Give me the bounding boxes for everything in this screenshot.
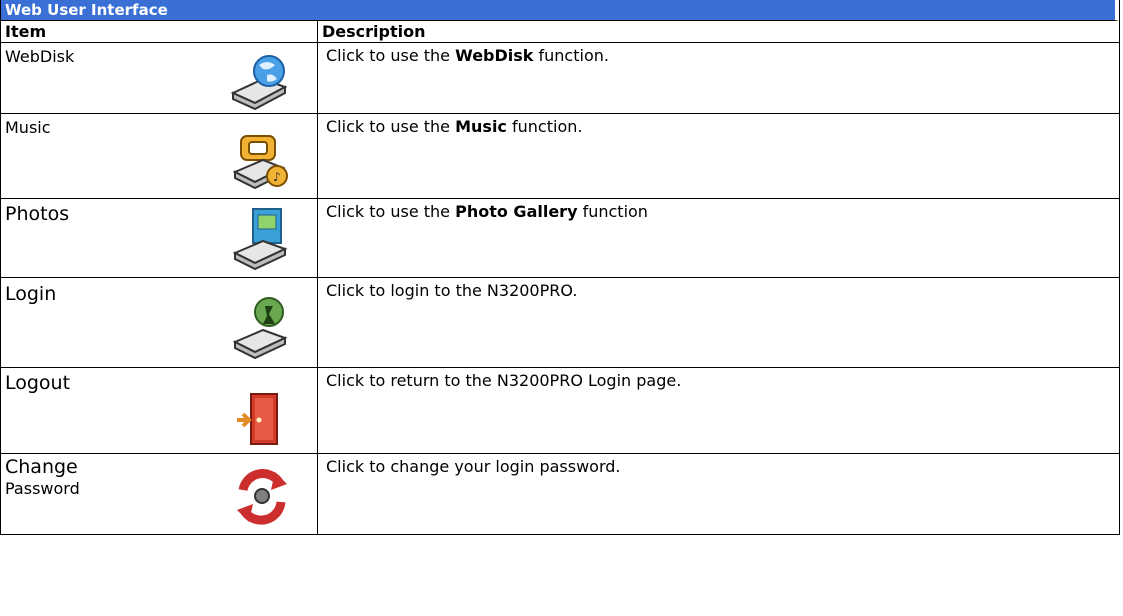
item-cell: WebDisk — [1, 43, 318, 113]
item-cell: Photos — [1, 199, 318, 277]
change-password-icon[interactable] — [233, 460, 291, 532]
item-name-line2: Password — [5, 479, 80, 498]
music-icon[interactable]: ♪ — [229, 122, 293, 194]
photos-icon[interactable] — [229, 205, 291, 275]
item-name: Change Password — [5, 456, 80, 500]
description-text: Click to login to the N3200PRO. — [326, 281, 578, 300]
item-name-line1: Change — [5, 456, 78, 478]
svg-text:♪: ♪ — [273, 170, 281, 184]
item-name: Photos — [5, 203, 70, 225]
description-text: Click to use the Photo Gallery function — [326, 202, 648, 221]
header-item: Item — [1, 21, 318, 42]
description-cell: Click to use the Photo Gallery function — [318, 199, 1119, 277]
item-cell: Logout — [1, 368, 318, 453]
description-cell: Click to return to the N3200PRO Login pa… — [318, 368, 1119, 453]
description-text: Click to use the WebDisk function. — [326, 46, 609, 65]
header-description: Description — [322, 22, 426, 41]
description-cell: Click to change your login password. — [318, 454, 1119, 534]
item-cell: Music ♪ — [1, 114, 318, 198]
description-cell: Click to use the Music function. — [318, 114, 1119, 198]
web-ui-table: Web User Interface Item Description WebD… — [0, 0, 1120, 535]
table-row: WebDisk Click to use the WebDisk functio… — [1, 43, 1119, 114]
table-row: Change Password Click to change your log… — [1, 454, 1119, 535]
table-row: Logout Click to return to the N3200PRO L… — [1, 368, 1119, 454]
description-text: Click to use the Music function. — [326, 117, 583, 136]
description-cell: Click to use the WebDisk function. — [318, 43, 1119, 113]
logout-icon[interactable] — [235, 392, 283, 448]
table-row: Music ♪ Click to use the Music function. — [1, 114, 1119, 199]
table-title-text: Web User Interface — [5, 1, 168, 19]
description-text: Click to return to the N3200PRO Login pa… — [326, 371, 682, 390]
table-row: Photos Click to use the Photo Gallery fu… — [1, 199, 1119, 278]
webdisk-icon[interactable] — [229, 53, 291, 111]
item-name: Logout — [5, 372, 71, 394]
item-name: Music — [5, 118, 51, 137]
login-icon[interactable] — [229, 294, 291, 360]
table-row: Login Click to login to the N3200PRO. — [1, 278, 1119, 368]
description-text: Click to change your login password. — [326, 457, 621, 476]
item-cell: Login — [1, 278, 318, 367]
item-name: Login — [5, 283, 57, 305]
item-cell: Change Password — [1, 454, 318, 534]
item-name: WebDisk — [5, 47, 75, 66]
description-cell: Click to login to the N3200PRO. — [318, 278, 1119, 367]
table-title: Web User Interface — [1, 0, 1119, 21]
table-header-row: Item Description — [1, 21, 1119, 43]
